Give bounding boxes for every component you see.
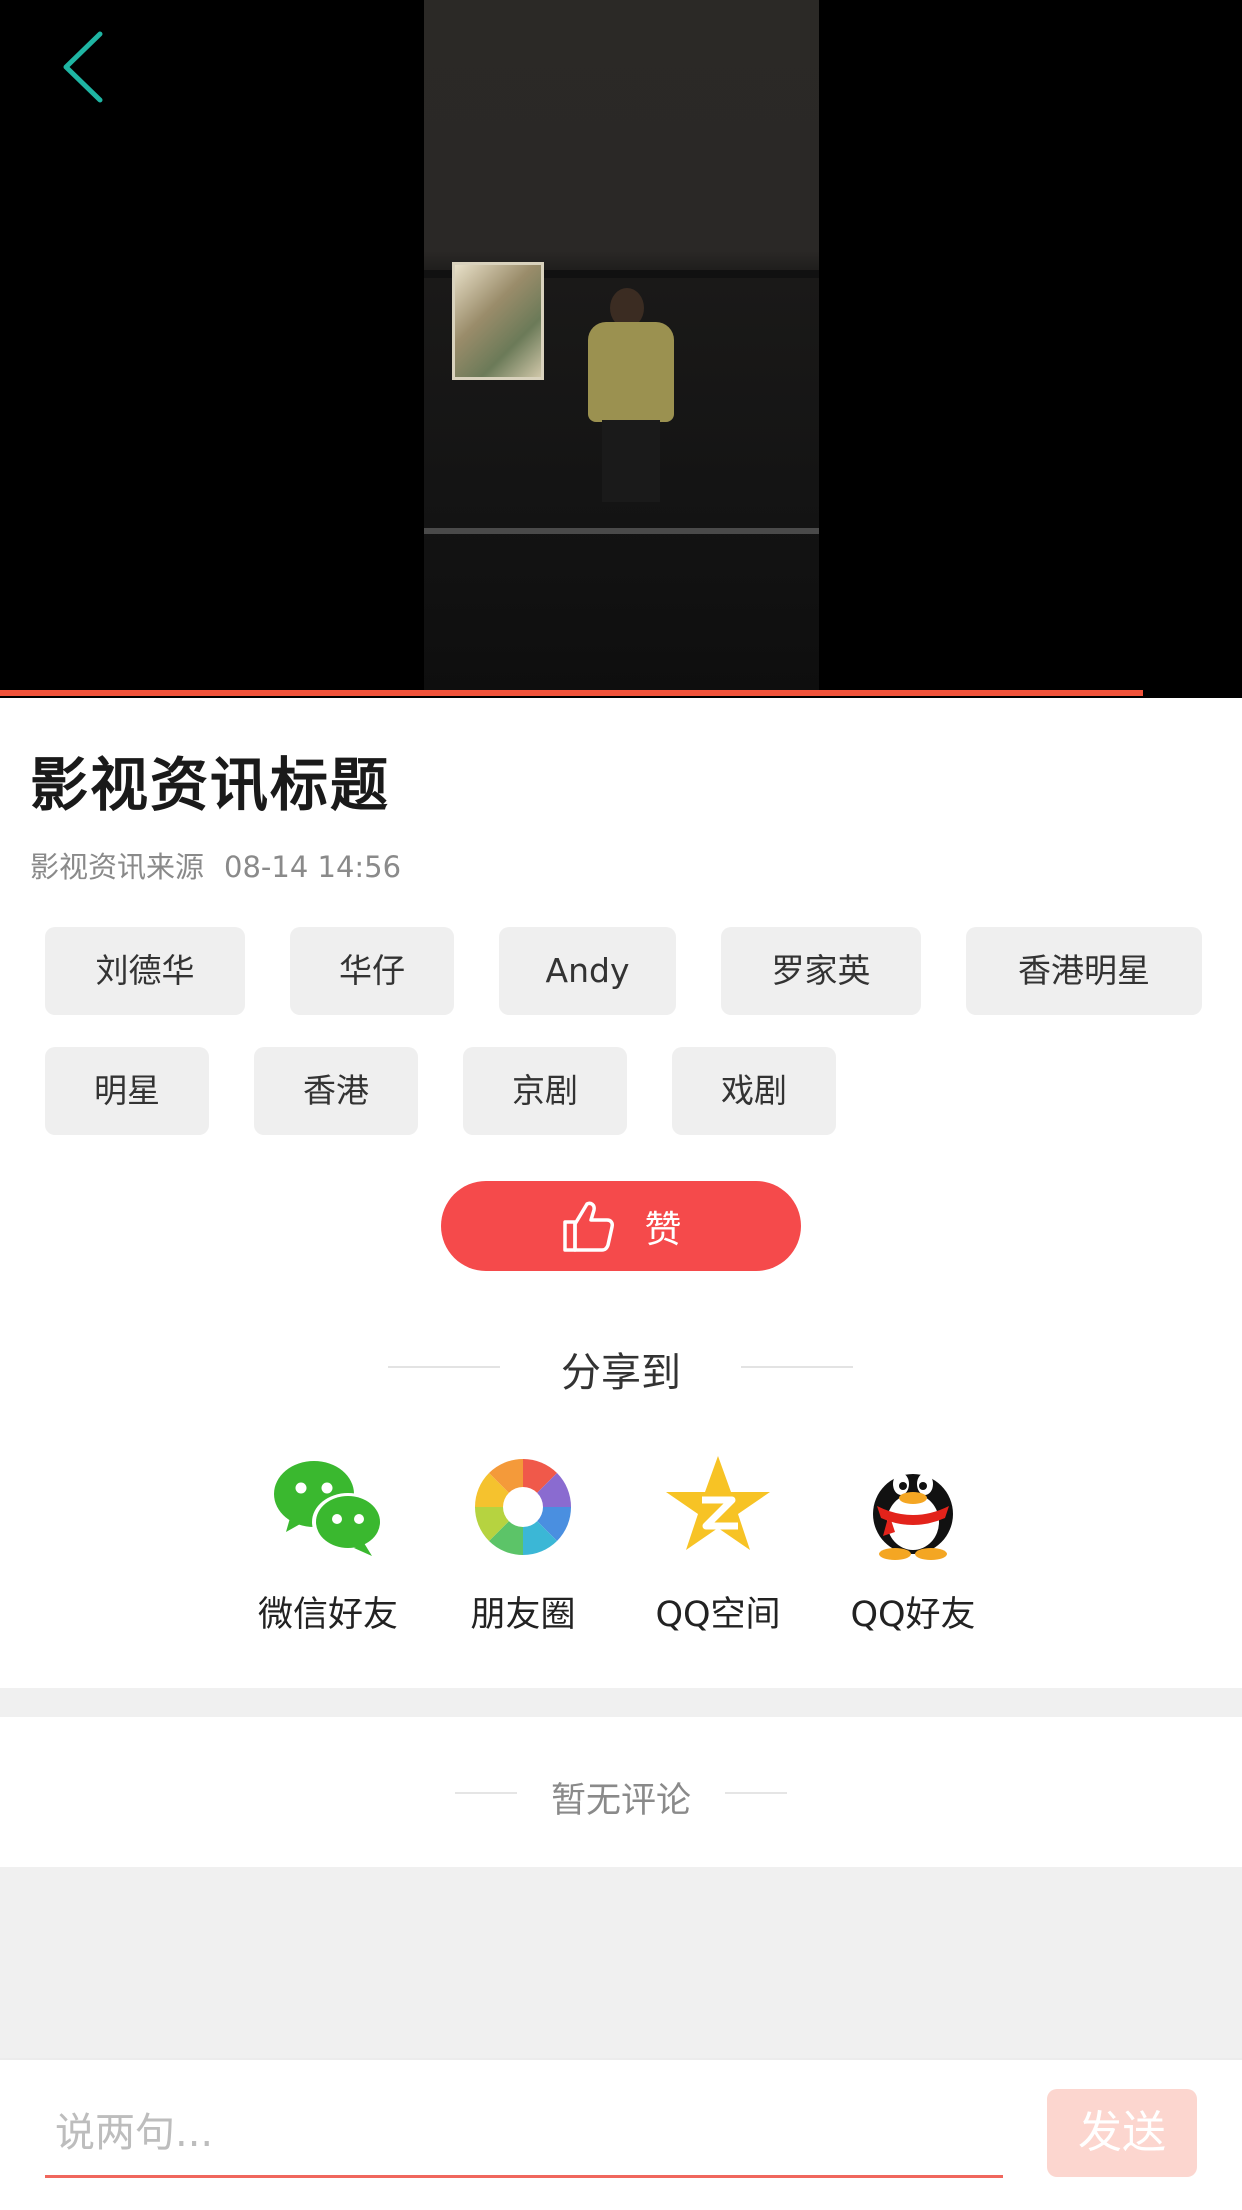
- tag-chip[interactable]: 罗家英: [721, 927, 921, 1015]
- like-label: 赞: [644, 1208, 682, 1251]
- wechat-icon: [268, 1452, 388, 1562]
- tag-chip[interactable]: 香港: [254, 1047, 418, 1135]
- tag-chip[interactable]: 刘德华: [45, 927, 245, 1015]
- chevron-left-icon: [63, 31, 103, 103]
- qzone-icon: [658, 1452, 778, 1562]
- share-wechat-button[interactable]: 微信好友: [248, 1452, 408, 1637]
- share-label: 微信好友: [257, 1595, 398, 1635]
- tag-chip[interactable]: 华仔: [290, 927, 454, 1015]
- back-button[interactable]: [60, 30, 110, 104]
- stage-poster: [452, 262, 544, 380]
- speaker-legs: [602, 420, 660, 502]
- video-player[interactable]: [0, 0, 1242, 698]
- share-title: 分享到: [561, 1350, 681, 1396]
- article-timestamp: 08-14 14:56: [224, 850, 402, 884]
- article-source: 影视资讯来源: [30, 850, 205, 884]
- tag-chip[interactable]: 香港明星: [966, 927, 1202, 1015]
- divider: [741, 1366, 853, 1368]
- share-label: QQ空间: [655, 1595, 781, 1635]
- page-title: 影视资讯标题: [30, 751, 391, 819]
- like-button[interactable]: 赞: [441, 1181, 801, 1271]
- share-qq-button[interactable]: QQ好友: [833, 1452, 993, 1637]
- moments-icon: [463, 1452, 583, 1562]
- speaker-body: [588, 322, 674, 422]
- share-moments-button[interactable]: 朋友圈: [443, 1452, 603, 1637]
- share-label: QQ好友: [850, 1595, 976, 1635]
- tag-chip[interactable]: 明星: [45, 1047, 209, 1135]
- share-label: 朋友圈: [470, 1595, 576, 1635]
- tag-chip[interactable]: 京剧: [463, 1047, 627, 1135]
- thumbs-up-icon: [562, 1201, 614, 1252]
- share-qzone-button[interactable]: QQ空间: [638, 1452, 798, 1637]
- no-comments-text: 暂无评论: [550, 1781, 691, 1821]
- tag-chip[interactable]: 戏剧: [672, 1047, 836, 1135]
- send-button[interactable]: 发送: [1047, 2089, 1197, 2177]
- video-frame: [424, 0, 819, 698]
- comment-input[interactable]: [45, 2090, 1003, 2178]
- video-progress-fill: [0, 690, 1143, 696]
- divider: [725, 1792, 787, 1794]
- article-meta: 影视资讯来源 08-14 14:56: [30, 844, 421, 886]
- video-progress-bar[interactable]: [0, 690, 1242, 698]
- qq-icon: [853, 1452, 973, 1562]
- tag-chip[interactable]: Andy: [499, 927, 676, 1015]
